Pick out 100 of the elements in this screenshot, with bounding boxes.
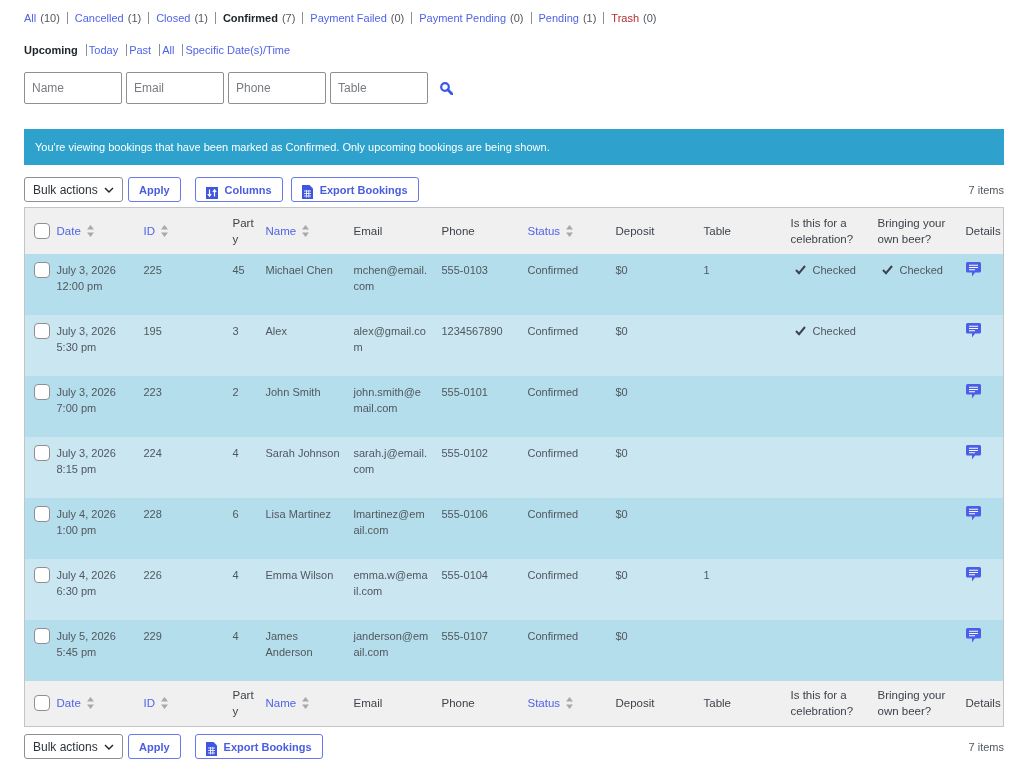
deposit-amount: $0 bbox=[615, 567, 628, 583]
status-filter-link[interactable]: All bbox=[24, 12, 37, 24]
date-filter-link[interactable]: Today bbox=[88, 44, 119, 56]
party-size: 3 bbox=[232, 323, 239, 339]
column-header: Bringing your own beer? bbox=[877, 215, 947, 247]
row-checkbox[interactable] bbox=[34, 566, 50, 583]
search-input-field[interactable]: Email bbox=[126, 72, 224, 104]
sort-column-link[interactable]: Status bbox=[527, 695, 574, 712]
column-header: Is this for a celebration? bbox=[790, 215, 855, 247]
columns-icon bbox=[205, 186, 218, 199]
status-count: (1) bbox=[582, 12, 597, 24]
sort-column-link[interactable]: Date bbox=[56, 695, 94, 712]
status-count: (0) bbox=[510, 12, 524, 24]
select-all-checkbox[interactable] bbox=[34, 695, 50, 712]
column-header: Deposit bbox=[615, 696, 656, 712]
spreadsheet-icon bbox=[301, 184, 313, 199]
status-count: (10) bbox=[40, 12, 60, 24]
item-count: 7 items bbox=[968, 740, 1004, 753]
booking-id: 228 bbox=[143, 506, 162, 522]
column-header: Details bbox=[965, 223, 1001, 239]
status-filter-link[interactable]: Payment Failed bbox=[310, 12, 387, 24]
comment-icon[interactable] bbox=[965, 322, 981, 338]
checkmark-icon bbox=[794, 264, 806, 275]
date-filter-link[interactable]: Specific Date(s)/Time bbox=[185, 44, 291, 56]
select-all-checkbox[interactable] bbox=[34, 222, 50, 239]
booking-date: July 3, 2026 bbox=[56, 384, 116, 400]
table-number: 1 bbox=[703, 567, 710, 583]
date-filter-link[interactable]: Upcoming bbox=[24, 44, 78, 56]
status-filter-link[interactable]: Cancelled bbox=[74, 12, 124, 24]
sort-column-link[interactable]: Name bbox=[265, 222, 310, 239]
bulk-actions-select[interactable]: Bulk actions bbox=[24, 177, 123, 202]
sort-icon bbox=[161, 224, 168, 237]
booking-id: 223 bbox=[143, 384, 162, 400]
status-count: (7) bbox=[281, 12, 296, 24]
status-filter-link[interactable]: Trash bbox=[611, 12, 640, 24]
guest-email: sarah.j@email.com bbox=[353, 445, 429, 477]
sort-column-link[interactable]: ID bbox=[143, 695, 168, 712]
row-checkbox[interactable] bbox=[34, 505, 50, 522]
deposit-amount: $0 bbox=[615, 506, 628, 522]
chevron-down-icon bbox=[104, 186, 114, 193]
column-header: Email bbox=[353, 223, 384, 239]
sort-column-link[interactable]: Date bbox=[56, 222, 94, 239]
guest-phone: 1234567890 bbox=[441, 323, 503, 339]
booking-id: 195 bbox=[143, 323, 162, 339]
comment-icon[interactable] bbox=[965, 566, 981, 582]
comment-icon[interactable] bbox=[965, 444, 981, 460]
booking-date: July 4, 2026 bbox=[56, 567, 116, 583]
booking-time: 7:00 pm bbox=[56, 400, 97, 416]
comment-icon[interactable] bbox=[965, 383, 981, 399]
deposit-amount: $0 bbox=[615, 323, 628, 339]
party-size: 6 bbox=[232, 506, 239, 522]
status-count: (1) bbox=[127, 12, 142, 24]
checkmark-icon bbox=[794, 325, 806, 336]
date-filter-link[interactable]: Past bbox=[129, 44, 152, 56]
sort-icon bbox=[86, 224, 94, 237]
sort-icon bbox=[161, 697, 168, 710]
column-header: Table bbox=[703, 223, 732, 239]
sort-column-link[interactable]: ID bbox=[143, 222, 168, 239]
booking-id: 225 bbox=[143, 262, 162, 278]
search-input-field[interactable]: Phone bbox=[228, 72, 326, 104]
sort-column-link[interactable]: Status bbox=[527, 222, 574, 239]
row-checkbox[interactable] bbox=[34, 322, 50, 339]
booking-status: Confirmed bbox=[527, 506, 579, 522]
row-checkbox[interactable] bbox=[34, 627, 50, 644]
export-button[interactable]: Export Bookings bbox=[194, 734, 323, 759]
booking-status: Confirmed bbox=[527, 323, 579, 339]
columns-button[interactable]: Columns bbox=[194, 177, 283, 202]
booking-id: 224 bbox=[143, 445, 162, 461]
date-filter-link[interactable]: All bbox=[162, 44, 175, 56]
export-button[interactable]: Export Bookings bbox=[290, 177, 419, 202]
info-notice: You're viewing bookings that have been marked as Confirmed. Only upcoming bookings are being shown. bbox=[24, 129, 1004, 165]
status-count: (0) bbox=[390, 12, 405, 24]
search-icon[interactable] bbox=[440, 81, 453, 95]
row-checkbox[interactable] bbox=[34, 383, 50, 400]
checked-label: Checked bbox=[812, 323, 856, 339]
checked-label: Checked bbox=[899, 262, 943, 278]
spreadsheet-icon bbox=[205, 741, 217, 756]
comment-icon[interactable] bbox=[965, 505, 981, 521]
comment-icon[interactable] bbox=[965, 627, 981, 643]
column-header: Table bbox=[703, 696, 732, 712]
bulk-actions-select[interactable]: Bulk actions bbox=[24, 734, 123, 759]
guest-name: Sarah Johnson bbox=[265, 445, 340, 461]
status-filter-link[interactable]: Payment Pending bbox=[419, 12, 507, 24]
row-checkbox[interactable] bbox=[34, 444, 50, 461]
sort-column-link[interactable]: Name bbox=[265, 695, 310, 712]
search-input-field[interactable]: Name bbox=[24, 72, 122, 104]
guest-email: john.smith@email.com bbox=[353, 384, 422, 416]
booking-date: July 4, 2026 bbox=[56, 506, 116, 522]
booking-status: Confirmed bbox=[527, 384, 579, 400]
apply-button[interactable]: Apply bbox=[128, 734, 181, 759]
apply-button[interactable]: Apply bbox=[128, 177, 181, 202]
guest-email: alex@gmail.com bbox=[353, 323, 427, 355]
row-checkbox[interactable] bbox=[34, 261, 50, 278]
status-filter-link[interactable]: Closed bbox=[156, 12, 191, 24]
status-filter-link[interactable]: Pending bbox=[538, 12, 579, 24]
column-header: Party bbox=[232, 215, 255, 247]
comment-icon[interactable] bbox=[965, 261, 981, 277]
search-input-field[interactable]: Table bbox=[330, 72, 428, 104]
status-filter-link[interactable]: Confirmed bbox=[222, 12, 278, 24]
booking-status: Confirmed bbox=[527, 567, 579, 583]
